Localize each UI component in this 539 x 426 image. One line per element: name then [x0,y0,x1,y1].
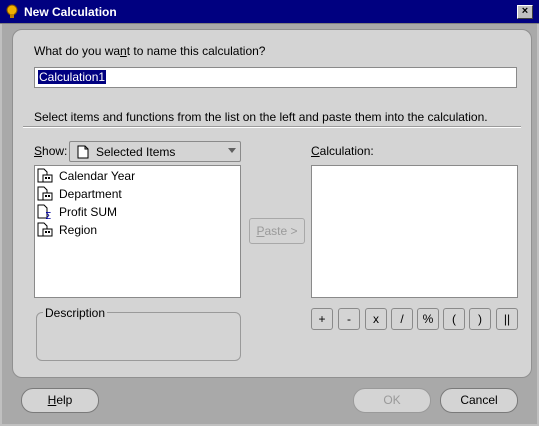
sum-measure-icon: Σ [37,204,51,220]
calculation-label: Calculation: [311,144,374,158]
instructions-text: Select items and functions from the list… [34,110,488,124]
calculation-name-input[interactable]: Calculation1 [34,67,517,88]
dimension-folder-icon [37,168,53,183]
multiply-operator-button[interactable]: x [365,308,387,330]
divide-operator-button[interactable]: / [391,308,413,330]
show-dropdown[interactable]: Selected Items [69,141,241,162]
calculation-name-value: Calculation1 [38,70,107,84]
separator [23,126,521,128]
svg-text:Σ: Σ [45,211,51,220]
dimension-folder-icon [37,186,53,201]
concat-operator-button[interactable]: || [496,308,518,330]
list-item-label: Department [59,187,122,201]
calculation-editor[interactable] [311,165,518,298]
dialog-client: What do you want to name this calculatio… [2,24,537,424]
items-list[interactable]: Calendar Year Department Σ Profit SUM Re… [34,165,241,298]
document-icon [77,145,89,159]
percent-operator-button[interactable]: % [417,308,439,330]
show-label: Show: [34,144,68,158]
minus-operator-button[interactable]: - [338,308,360,330]
close-paren-button[interactable]: ) [469,308,491,330]
paste-button[interactable]: Paste > [249,218,305,244]
cancel-button[interactable]: Cancel [440,388,518,413]
chevron-right-icon: > [290,224,298,238]
window-title: New Calculation [24,5,117,19]
chevron-down-icon [228,148,236,153]
lightbulb-icon [6,4,18,18]
ok-button[interactable]: OK [353,388,431,413]
dimension-folder-icon [37,222,53,237]
plus-operator-button[interactable]: + [311,308,333,330]
description-label: Description [43,306,108,320]
content-panel: What do you want to name this calculatio… [12,29,532,378]
list-item-label: Calendar Year [59,169,136,183]
name-prompt: What do you want to name this calculatio… [34,44,266,58]
title-bar: New Calculation × [0,0,539,24]
close-button[interactable]: × [517,5,533,19]
list-item-label: Region [59,223,98,237]
help-button[interactable]: Help [21,388,99,413]
open-paren-button[interactable]: ( [443,308,465,330]
show-dropdown-value: Selected Items [96,145,176,159]
list-item-label: Profit SUM [59,205,118,219]
